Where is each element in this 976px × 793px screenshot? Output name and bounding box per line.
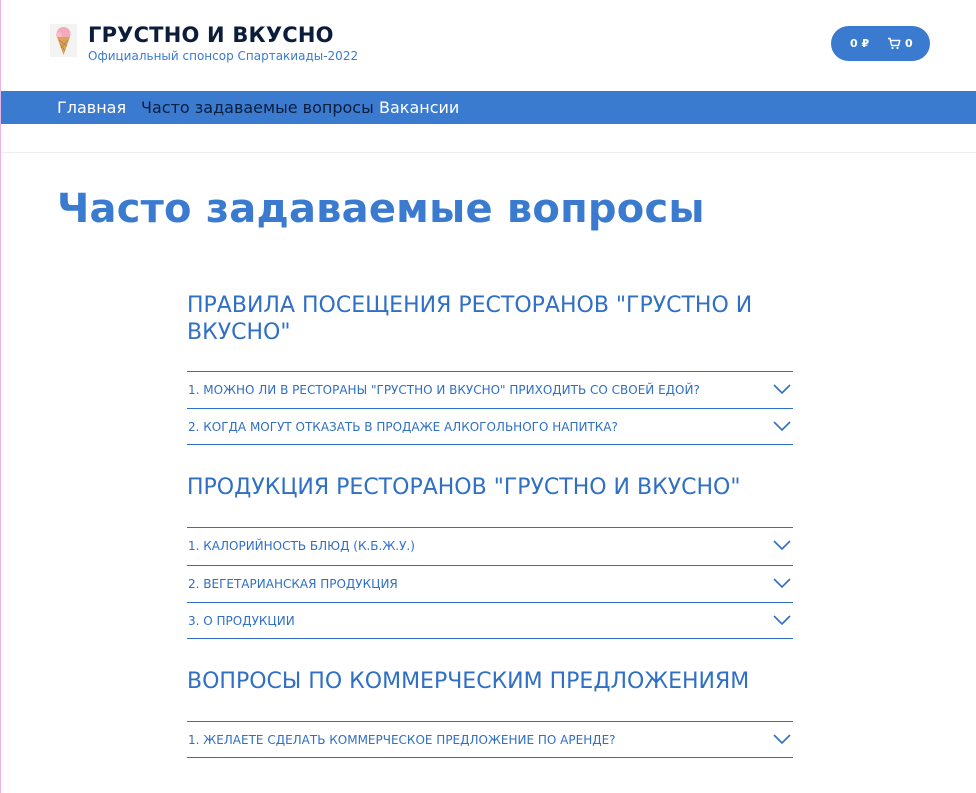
faq-question-item[interactable]: 2. ВЕГЕТАРИАНСКАЯ ПРОДУКЦИЯ <box>187 565 793 602</box>
brand-title[interactable]: ГРУСТНО И ВКУСНО <box>88 23 334 47</box>
section-title: ВОПРОСЫ ПО КОММЕРЧЕСКИМ ПРЕДЛОЖЕНИЯМ <box>187 669 750 694</box>
faq-question-item[interactable]: 1. ЖЕЛАЕТЕ СДЕЛАТЬ КОММЕРЧЕСКОЕ ПРЕДЛОЖЕ… <box>187 721 793 758</box>
nav-item-vacancies[interactable]: Вакансии <box>379 98 459 117</box>
cart-icon <box>887 37 901 50</box>
faq-question-label: 2. ВЕГЕТАРИАНСКАЯ ПРОДУКЦИЯ <box>188 577 398 591</box>
main-nav: Главная Часто задаваемые вопросы Ваканси… <box>1 91 976 124</box>
nav-item-faq[interactable]: Часто задаваемые вопросы <box>141 98 374 117</box>
cart-button[interactable]: 0 ₽ 0 <box>831 26 930 61</box>
faq-question-label: 3. О ПРОДУКЦИИ <box>188 614 295 628</box>
faq-question-item[interactable]: 1. МОЖНО ЛИ В РЕСТОРАНЫ "ГРУСТНО И ВКУСН… <box>187 371 793 408</box>
chevron-down-icon[interactable] <box>773 383 791 395</box>
cart-total: 0 ₽ <box>850 37 870 50</box>
faq-question-label: 1. МОЖНО ЛИ В РЕСТОРАНЫ "ГРУСТНО И ВКУСН… <box>188 383 700 397</box>
faq-question-label: 1. ЖЕЛАЕТЕ СДЕЛАТЬ КОММЕРЧЕСКОЕ ПРЕДЛОЖЕ… <box>188 733 616 747</box>
faq-question-item[interactable]: 3. О ПРОДУКЦИИ <box>187 602 793 639</box>
chevron-down-icon[interactable] <box>773 539 791 551</box>
page-title: Часто задаваемые вопросы <box>57 186 705 232</box>
header-divider <box>1 152 976 153</box>
faq-question-label: 2. КОГДА МОГУТ ОТКАЗАТЬ В ПРОДАЖЕ АЛКОГО… <box>188 420 618 434</box>
section-title: ПРОДУКЦИЯ РЕСТОРАНОВ "ГРУСТНО И ВКУСНО" <box>187 475 741 500</box>
faq-question-label: 1. КАЛОРИЙНОСТЬ БЛЮД (К.Б.Ж.У.) <box>188 539 415 553</box>
brand-subtitle: Официальный спонсор Спартакиады-2022 <box>88 49 359 63</box>
chevron-down-icon[interactable] <box>773 614 791 626</box>
chevron-down-icon[interactable] <box>773 420 791 432</box>
chevron-down-icon[interactable] <box>773 577 791 589</box>
faq-question-item[interactable]: 2. КОГДА МОГУТ ОТКАЗАТЬ В ПРОДАЖЕ АЛКОГО… <box>187 408 793 445</box>
ice-cream-icon[interactable] <box>50 24 77 57</box>
section-title: ПРАВИЛА ПОСЕЩЕНИЯ РЕСТОРАНОВ "ГРУСТНО И … <box>187 293 753 345</box>
cart-count: 0 <box>905 37 913 50</box>
chevron-down-icon[interactable] <box>773 733 791 745</box>
faq-question-item[interactable]: 1. КАЛОРИЙНОСТЬ БЛЮД (К.Б.Ж.У.) <box>187 527 793 564</box>
nav-item-home[interactable]: Главная <box>57 98 126 117</box>
site-header: ГРУСТНО И ВКУСНО Официальный спонсор Спа… <box>1 0 976 91</box>
